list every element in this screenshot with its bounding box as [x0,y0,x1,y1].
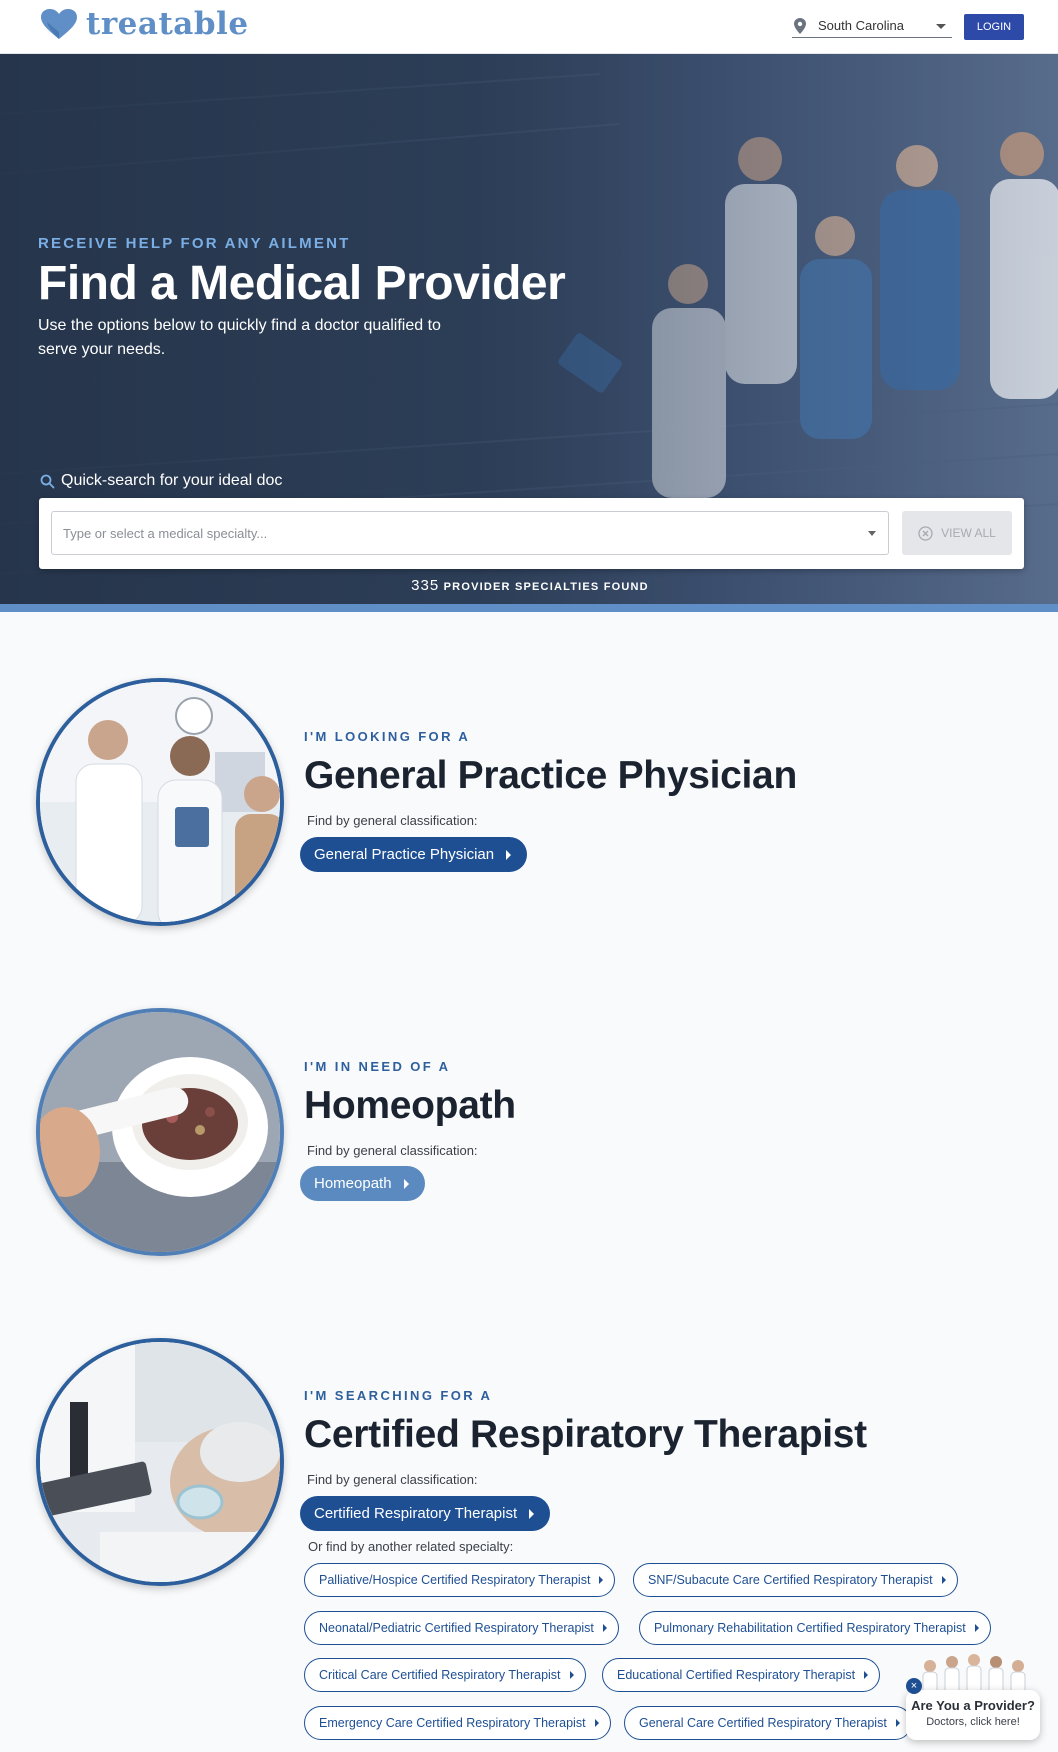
button-label: General Practice Physician [314,846,495,863]
login-button[interactable]: LOGIN [964,14,1024,40]
classification-label: Find by general classification: [307,813,478,828]
caret-right-icon [403,1178,409,1189]
chip-label: General Care Certified Respiratory Thera… [639,1716,887,1730]
related-specialty-label: Or find by another related specialty: [308,1539,514,1554]
section-title: General Practice Physician [304,754,797,797]
related-specialty-chip[interactable]: General Care Certified Respiratory Thera… [624,1706,912,1740]
provider-cta-subtitle: Doctors, click here! [926,1716,1020,1728]
view-all-button[interactable]: VIEW ALL [902,511,1012,555]
caret-right-icon [941,1576,946,1584]
chip-label: Neonatal/Pediatric Certified Respiratory… [319,1621,594,1635]
related-specialty-chip[interactable]: Palliative/Hospice Certified Respiratory… [304,1563,616,1597]
found-count: 335 [411,577,440,594]
button-label: Homeopath [314,1175,392,1192]
classification-label: Find by general classification: [307,1472,478,1487]
caret-right-icon [864,1671,869,1679]
related-specialty-chip[interactable]: Critical Care Certified Respiratory Ther… [304,1658,586,1692]
caret-right-icon [594,1719,599,1727]
chip-label: Palliative/Hospice Certified Respiratory… [319,1573,591,1587]
specialty-search-input[interactable] [51,511,889,555]
section-eyebrow: I'M IN NEED OF A [304,1059,451,1074]
search-panel: VIEW ALL [39,498,1024,569]
specialties-found: 335 PROVIDER SPECIALTIES FOUND [0,577,1058,595]
map-pin-icon [794,17,806,34]
homeopath-button[interactable]: Homeopath [300,1166,425,1201]
chip-label: SNF/Subacute Care Certified Respiratory … [648,1573,933,1587]
chip-label: Educational Certified Respiratory Therap… [617,1668,856,1682]
page-title: Find a Medical Provider [38,257,566,310]
search-icon [40,474,55,488]
view-all-label: VIEW ALL [941,526,996,540]
hero-subtitle: Use the options below to quickly find a … [38,317,441,358]
hero-divider [0,604,1058,612]
respiratory-therapist-image [36,1338,284,1586]
dropdown-caret-icon[interactable] [868,531,876,536]
chevron-down-icon [936,24,946,29]
section-eyebrow: I'M LOOKING FOR A [304,729,471,744]
caret-right-icon [602,1624,607,1632]
caret-right-icon [974,1624,979,1632]
related-specialty-chip[interactable]: Pulmonary Rehabilitation Certified Respi… [639,1611,991,1645]
button-label: Certified Respiratory Therapist [314,1505,518,1522]
provider-cta-title: Are You a Provider? [911,1698,1035,1713]
close-circle-icon [918,525,933,541]
provider-cta-widget[interactable]: Are You a Provider? Doctors, click here!… [906,1650,1042,1742]
caret-right-icon [599,1576,604,1584]
caret-right-icon [506,849,512,860]
brand-name: treatable [86,6,249,42]
quick-search-text: Quick-search for your ideal doc [61,472,283,489]
location-select[interactable]: South Carolina [792,14,952,38]
section-title: Homeopath [304,1084,516,1127]
related-specialty-chip[interactable]: SNF/Subacute Care Certified Respiratory … [633,1563,958,1597]
quick-search-label: Quick-search for your ideal doc [40,472,282,490]
caret-right-icon [569,1671,574,1679]
brand-logo[interactable]: treatable [40,6,249,42]
close-icon[interactable]: × [906,1678,922,1694]
hero-eyebrow: RECEIVE HELP FOR ANY AILMENT [38,235,351,252]
chip-label: Critical Care Certified Respiratory Ther… [319,1668,561,1682]
related-specialty-chip[interactable]: Educational Certified Respiratory Therap… [602,1658,881,1692]
caret-right-icon [895,1719,900,1727]
heart-logo-icon [41,9,77,39]
general-practice-image [36,678,284,926]
top-navbar: treatable South Carolina LOGIN [0,0,1058,54]
related-specialty-chip[interactable]: Neonatal/Pediatric Certified Respiratory… [304,1611,619,1645]
caret-right-icon [529,1508,535,1519]
chip-label: Pulmonary Rehabilitation Certified Respi… [654,1621,966,1635]
general-practice-physician-button[interactable]: General Practice Physician [300,837,528,872]
homeopath-image [36,1008,284,1256]
classification-label: Find by general classification: [307,1143,478,1158]
chip-label: Emergency Care Certified Respiratory The… [319,1716,586,1730]
certified-respiratory-therapist-button[interactable]: Certified Respiratory Therapist [300,1496,551,1531]
related-specialty-chip[interactable]: Emergency Care Certified Respiratory The… [304,1706,611,1740]
location-value: South Carolina [818,18,904,33]
section-eyebrow: I'M SEARCHING FOR A [304,1388,493,1403]
provider-cta-card[interactable]: Are You a Provider? Doctors, click here! [906,1690,1040,1740]
found-text: PROVIDER SPECIALTIES FOUND [443,581,649,593]
section-title: Certified Respiratory Therapist [304,1413,867,1456]
